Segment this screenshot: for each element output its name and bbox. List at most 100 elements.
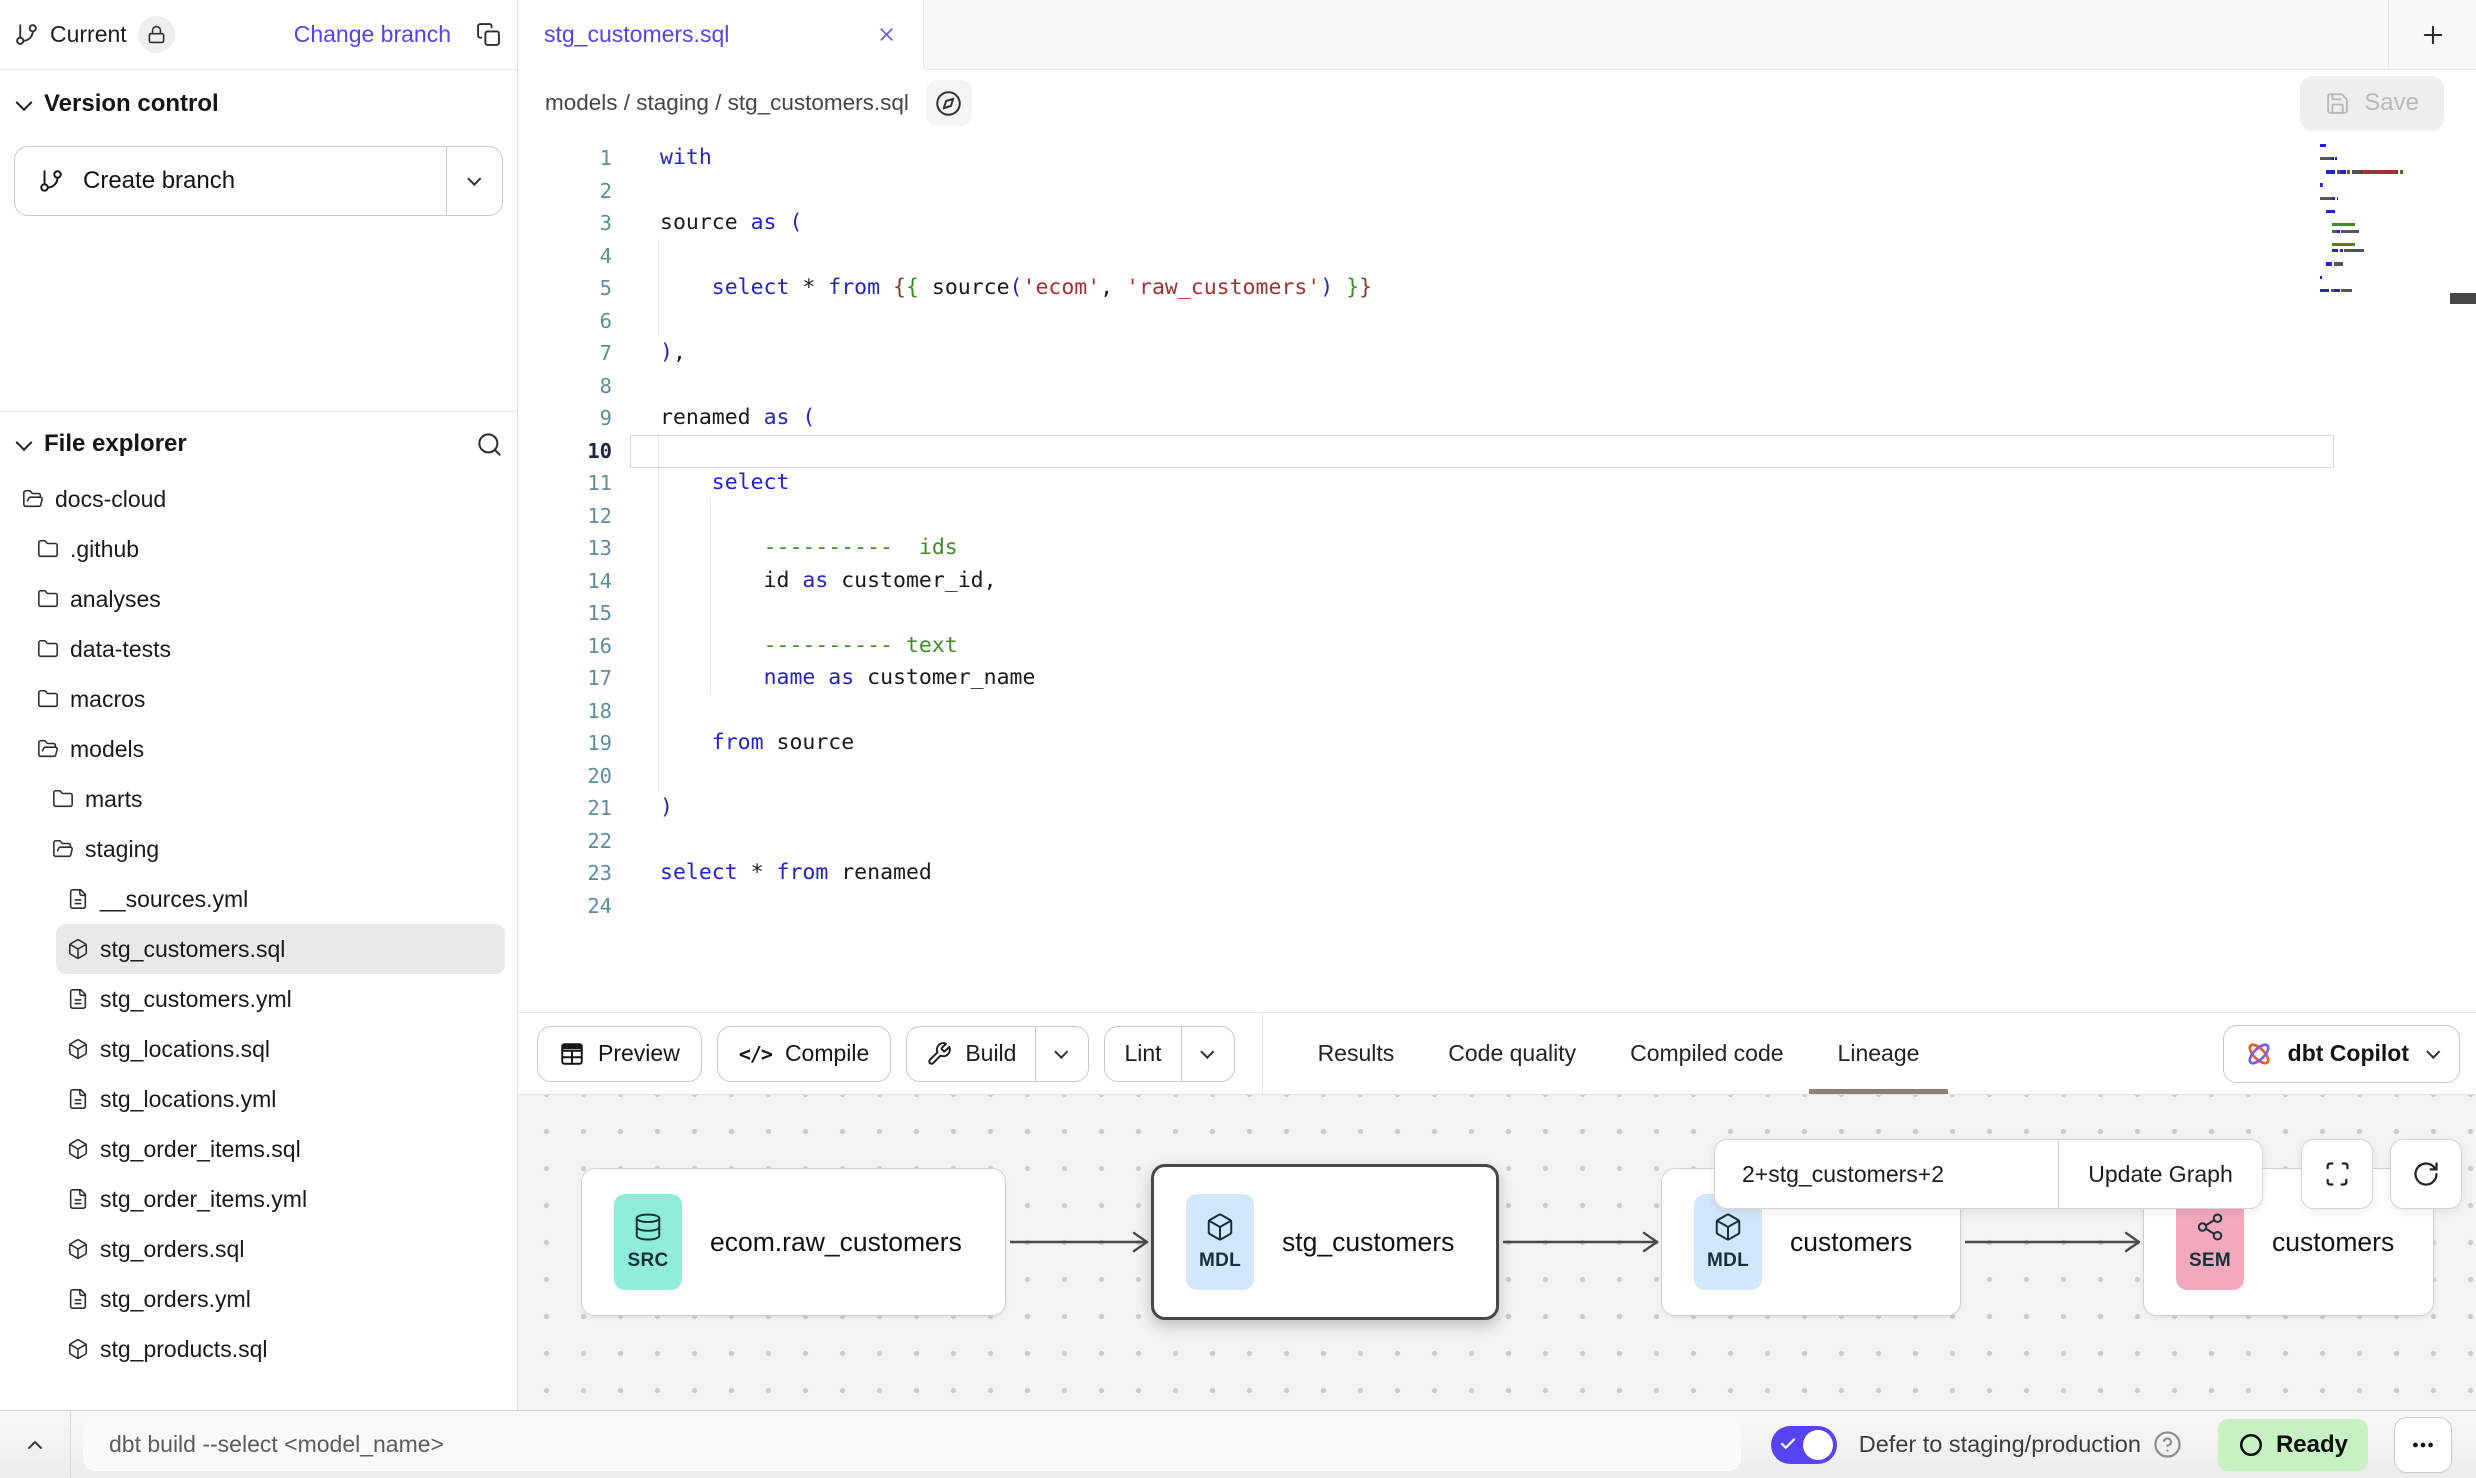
lint-button[interactable]: Lint bbox=[1105, 1027, 1180, 1081]
sidebar: Current Change branch Version control bbox=[0, 0, 518, 1410]
lineage-edge bbox=[1010, 1227, 1149, 1257]
file-tree-item[interactable]: stg_orders.yml bbox=[56, 1274, 505, 1324]
refresh-button[interactable] bbox=[2390, 1139, 2462, 1209]
editor-column: stg_customers.sql models / staging / stg… bbox=[518, 0, 2476, 1410]
panel-tabs: Results Code quality Compiled code Lineage bbox=[1318, 1013, 1920, 1095]
tab-bar: stg_customers.sql bbox=[518, 0, 2476, 70]
file-icon bbox=[67, 1288, 89, 1310]
update-graph-button[interactable]: Update Graph bbox=[2059, 1140, 2262, 1208]
statusbar-divider bbox=[70, 1411, 71, 1478]
panel-tab-results[interactable]: Results bbox=[1318, 1013, 1395, 1095]
line-number: 10 bbox=[518, 435, 612, 468]
change-branch-link[interactable]: Change branch bbox=[294, 21, 451, 48]
check-icon bbox=[1779, 1435, 1797, 1453]
folder-open-icon bbox=[37, 738, 59, 760]
file-explorer-header[interactable]: File explorer bbox=[0, 430, 517, 458]
preview-button[interactable]: Preview bbox=[537, 1026, 702, 1082]
version-control-header[interactable]: Version control bbox=[0, 90, 517, 118]
file-tree-item[interactable]: staging bbox=[41, 824, 505, 874]
file-tree-item[interactable]: analyses bbox=[26, 574, 505, 624]
lineage-canvas[interactable]: 2+stg_customers+2 Update Graph SRCecom.r… bbox=[518, 1094, 2476, 1410]
lineage-selector-input[interactable]: 2+stg_customers+2 bbox=[1715, 1140, 2059, 1208]
panel-tab-lineage[interactable]: Lineage bbox=[1838, 1013, 1920, 1095]
file-tree-item[interactable]: stg_customers.sql bbox=[56, 924, 505, 974]
command-placeholder: dbt build --select <model_name> bbox=[109, 1431, 444, 1458]
defer-toggle[interactable] bbox=[1771, 1426, 1837, 1464]
lint-dropdown[interactable] bbox=[1181, 1027, 1234, 1081]
compile-label: Compile bbox=[785, 1040, 869, 1067]
create-branch-dropdown[interactable] bbox=[446, 147, 502, 215]
status-badge[interactable]: Ready bbox=[2218, 1419, 2368, 1471]
breadcrumb: models / staging / stg_customers.sql bbox=[545, 90, 909, 116]
file-tree-label: stg_order_items.sql bbox=[100, 1136, 301, 1163]
compile-button[interactable]: </> Compile bbox=[717, 1026, 892, 1082]
file-tree-item[interactable]: docs-cloud bbox=[11, 474, 505, 524]
model-icon bbox=[67, 938, 89, 960]
branch-locked-badge bbox=[138, 16, 175, 53]
file-tree-item[interactable]: stg_products.sql bbox=[56, 1324, 505, 1374]
create-branch-button[interactable]: Create branch bbox=[15, 147, 446, 215]
code-line: 18 bbox=[518, 695, 2476, 728]
panel-tab-code-quality[interactable]: Code quality bbox=[1448, 1013, 1576, 1095]
current-branch-label: Current bbox=[50, 21, 127, 48]
file-tree-item[interactable]: stg_order_items.yml bbox=[56, 1174, 505, 1224]
file-icon bbox=[67, 888, 89, 910]
copy-icon[interactable] bbox=[476, 22, 501, 47]
file-icon bbox=[67, 1088, 89, 1110]
ellipsis-icon bbox=[2410, 1432, 2436, 1458]
lineage-node-ecom.raw_customers[interactable]: SRCecom.raw_customers bbox=[581, 1168, 1006, 1316]
save-button[interactable]: Save bbox=[2300, 76, 2444, 131]
code-line: 20 bbox=[518, 760, 2476, 793]
file-tree-item[interactable]: __sources.yml bbox=[56, 874, 505, 924]
code-line: 7), bbox=[518, 337, 2476, 370]
line-number: 1 bbox=[518, 142, 612, 175]
file-tree-item[interactable]: stg_order_items.sql bbox=[56, 1124, 505, 1174]
build-button[interactable]: Build bbox=[907, 1027, 1035, 1081]
file-tree-item[interactable]: marts bbox=[41, 774, 505, 824]
file-tree-item[interactable]: stg_locations.yml bbox=[56, 1074, 505, 1124]
close-icon[interactable] bbox=[876, 24, 897, 45]
fullscreen-button[interactable] bbox=[2301, 1139, 2373, 1209]
line-number: 6 bbox=[518, 305, 612, 338]
panel-tab-compiled-code[interactable]: Compiled code bbox=[1630, 1013, 1783, 1095]
tab-title: stg_customers.sql bbox=[544, 21, 729, 48]
build-dropdown[interactable] bbox=[1035, 1027, 1088, 1081]
code-editor[interactable]: 1with23source as (45 select * from {{ so… bbox=[518, 136, 2476, 1012]
lineage-selector-group: 2+stg_customers+2 Update Graph bbox=[1714, 1139, 2263, 1209]
lineage-node-stg_customers[interactable]: MDLstg_customers bbox=[1151, 1164, 1499, 1320]
file-tree-label: __sources.yml bbox=[100, 886, 248, 913]
code-line: 5 select * from {{ source('ecom', 'raw_c… bbox=[518, 272, 2476, 305]
code-icon: </> bbox=[739, 1042, 772, 1066]
file-tree-item[interactable]: data-tests bbox=[26, 624, 505, 674]
search-icon[interactable] bbox=[476, 431, 503, 458]
more-options-button[interactable] bbox=[2394, 1417, 2452, 1473]
dbt-copilot-logo-icon bbox=[2244, 1039, 2274, 1069]
code-line: 22 bbox=[518, 825, 2476, 858]
tab-stg-customers-sql[interactable]: stg_customers.sql bbox=[518, 0, 924, 69]
dbt-copilot-button[interactable]: dbt Copilot bbox=[2223, 1025, 2460, 1083]
new-tab-button[interactable] bbox=[2388, 0, 2476, 69]
help-icon[interactable] bbox=[2153, 1430, 2182, 1459]
file-tree-item[interactable]: stg_customers.yml bbox=[56, 974, 505, 1024]
code-line: 9renamed as ( bbox=[518, 402, 2476, 435]
file-tree-item[interactable]: .github bbox=[26, 524, 505, 574]
breadcrumb-row: models / staging / stg_customers.sql Sav… bbox=[518, 70, 2476, 136]
branch-bar: Current Change branch bbox=[0, 0, 517, 70]
explore-docs-button[interactable] bbox=[926, 80, 972, 126]
file-tree-item[interactable]: stg_orders.sql bbox=[56, 1224, 505, 1274]
file-icon bbox=[67, 1188, 89, 1210]
scrollbar-thumb[interactable] bbox=[2450, 293, 2476, 304]
line-number: 18 bbox=[518, 695, 612, 728]
file-tree-item[interactable]: macros bbox=[26, 674, 505, 724]
toolbar-divider bbox=[1262, 1013, 1263, 1095]
minimap[interactable] bbox=[2320, 144, 2420, 302]
line-number: 13 bbox=[518, 532, 612, 565]
collapse-panel-button[interactable] bbox=[0, 1411, 70, 1478]
file-tree-item[interactable]: stg_locations.sql bbox=[56, 1024, 505, 1074]
dbt-copilot-label: dbt Copilot bbox=[2288, 1040, 2409, 1067]
command-input[interactable]: dbt build --select <model_name> bbox=[83, 1419, 1741, 1471]
file-tree-label: staging bbox=[85, 836, 159, 863]
chevron-down-icon bbox=[1200, 1044, 1214, 1058]
network-icon bbox=[2195, 1212, 2225, 1242]
file-tree-item[interactable]: models bbox=[26, 724, 505, 774]
